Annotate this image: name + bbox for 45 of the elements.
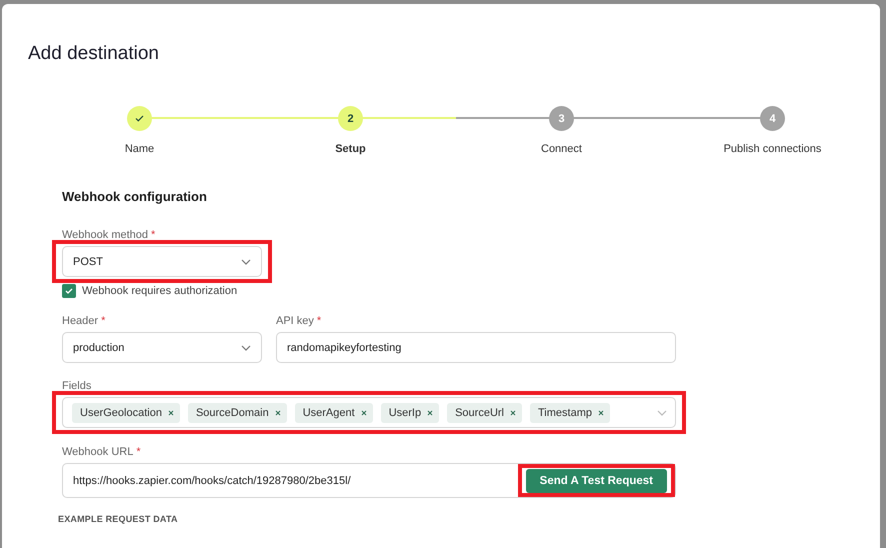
api-key-input[interactable]: randomapikeyfortesting	[276, 332, 676, 363]
chevron-down-icon	[241, 258, 251, 264]
section-heading: EXAMPLE REQUEST DATA	[58, 514, 179, 524]
close-icon[interactable]	[168, 410, 174, 416]
required-mark: *	[151, 229, 156, 241]
field-tag: UserIp	[380, 402, 440, 422]
field-tag: UserAgent	[294, 402, 373, 422]
dialog-title: Add destination	[28, 42, 160, 66]
field-label: Webhook method	[62, 229, 148, 241]
step-label: Setup	[335, 143, 366, 155]
step-label: Publish connections	[724, 143, 822, 155]
method-select[interactable]: POST	[62, 246, 262, 277]
field-label: Fields	[62, 380, 92, 392]
step-circle: 2	[338, 106, 363, 131]
field-tag: SourceDomain	[188, 402, 287, 422]
close-icon[interactable]	[510, 410, 516, 416]
url-value: https://hooks.zapier.com/hooks/catch/19287980/2be315l/	[73, 474, 352, 486]
step-circle: 4	[760, 106, 785, 131]
field-tag: UserGeolocation	[72, 402, 180, 422]
check-icon	[65, 288, 73, 294]
field-tag: Timestamp	[530, 402, 610, 422]
checkbox-label: Webhook requires authorization	[82, 285, 238, 297]
required-mark: *	[101, 315, 106, 327]
field-label: Header	[62, 315, 98, 327]
header-select[interactable]: production	[62, 332, 262, 363]
chevron-down-icon	[657, 410, 667, 416]
url-field[interactable]: https://hooks.zapier.com/hooks/catch/19287980/2be315l/ Send A Test Request	[62, 463, 676, 498]
required-mark: *	[136, 446, 141, 458]
step-label: Name	[124, 143, 154, 155]
step-label: Connect	[541, 143, 582, 155]
close-icon[interactable]	[598, 410, 604, 416]
field-tag: SourceUrl	[447, 402, 522, 422]
close-icon[interactable]	[360, 410, 367, 416]
chevron-down-icon	[241, 344, 251, 350]
fields-select[interactable]: UserGeolocation SourceDomain UserAgent UserIp SourceUrl Timestamp	[62, 397, 676, 428]
check-icon	[135, 115, 144, 122]
field-label: Webhook URL	[62, 446, 134, 458]
required-mark: *	[316, 315, 322, 327]
checkbox[interactable]	[62, 284, 76, 298]
close-icon[interactable]	[274, 410, 281, 416]
send-test-button[interactable]: Send A Test Request	[526, 468, 667, 492]
close-icon[interactable]	[427, 410, 434, 416]
section-title: Webhook configuration	[62, 189, 208, 204]
field-label: API key	[276, 315, 314, 327]
step-circle: 3	[549, 106, 574, 131]
